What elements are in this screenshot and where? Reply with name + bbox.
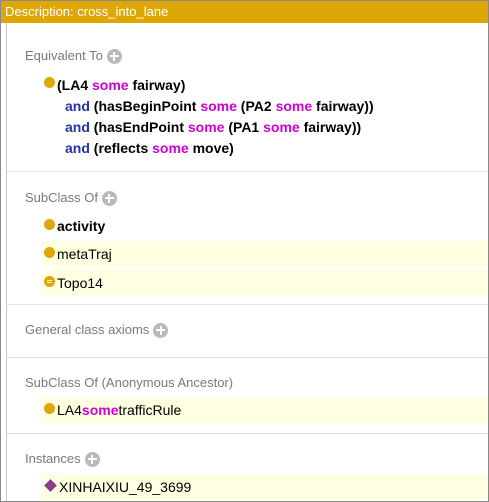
equivalent-expression-line-1[interactable]: (LA4 some fairway)	[41, 75, 185, 95]
instances-header: Instances	[25, 450, 100, 468]
subclass-item-label: activity	[57, 218, 106, 234]
instance-item[interactable]: XINHAIXIU_49_3699	[41, 474, 488, 500]
equivalent-expression-line-3: and (hasEndPoint some (PA1 some fairway)…	[65, 119, 362, 135]
class-dot-icon	[44, 402, 55, 414]
equivalent-expression-line-4: and (reflects some move)	[65, 140, 234, 156]
general-class-axioms-header: General class axioms	[25, 321, 169, 339]
subclass-item-metatraj[interactable]: metaTraj	[41, 241, 488, 267]
equivalent-to-label: Equivalent To	[25, 48, 103, 63]
class-dot-icon	[44, 77, 55, 88]
add-subclass-plus-icon[interactable]	[101, 190, 117, 206]
panel-title: Description: cross_into_lane	[1, 1, 488, 23]
instances-label: Instances	[25, 451, 81, 466]
section-divider	[7, 171, 488, 172]
add-instance-plus-icon[interactable]	[84, 451, 100, 467]
section-divider	[7, 433, 488, 434]
section-divider	[7, 357, 488, 358]
class-description-panel: Description: cross_into_lane Equivalent …	[0, 0, 489, 502]
equivalent-to-header: Equivalent To	[25, 47, 122, 65]
add-equivalent-plus-icon[interactable]	[106, 48, 122, 64]
subclass-item-label: metaTraj	[57, 246, 112, 262]
class-dot-icon	[44, 218, 55, 230]
general-class-axioms-label: General class axioms	[25, 322, 150, 337]
subclass-of-header: SubClass Of	[25, 189, 117, 207]
class-dot-icon	[44, 246, 55, 258]
add-general-axiom-plus-icon[interactable]	[153, 322, 169, 338]
inferred-class-icon	[44, 275, 55, 287]
equivalent-expression-line-2: and (hasBeginPoint some (PA2 some fairwa…	[65, 98, 374, 114]
anonymous-ancestor-header: SubClass Of (Anonymous Ancestor)	[25, 374, 233, 392]
subclass-of-label: SubClass Of	[25, 190, 98, 205]
section-divider	[7, 304, 488, 305]
instance-item-label: XINHAIXIU_49_3699	[59, 479, 192, 495]
anonymous-ancestor-label: SubClass Of (Anonymous Ancestor)	[25, 375, 234, 390]
subclass-item-label: Topo14	[57, 275, 103, 291]
anonymous-ancestor-item[interactable]: LA4 some trafficRule	[41, 397, 488, 423]
subclass-item-topo14[interactable]: Topo14	[41, 270, 488, 296]
individual-diamond-icon	[44, 478, 57, 492]
subclass-item-activity[interactable]: activity	[41, 213, 488, 239]
